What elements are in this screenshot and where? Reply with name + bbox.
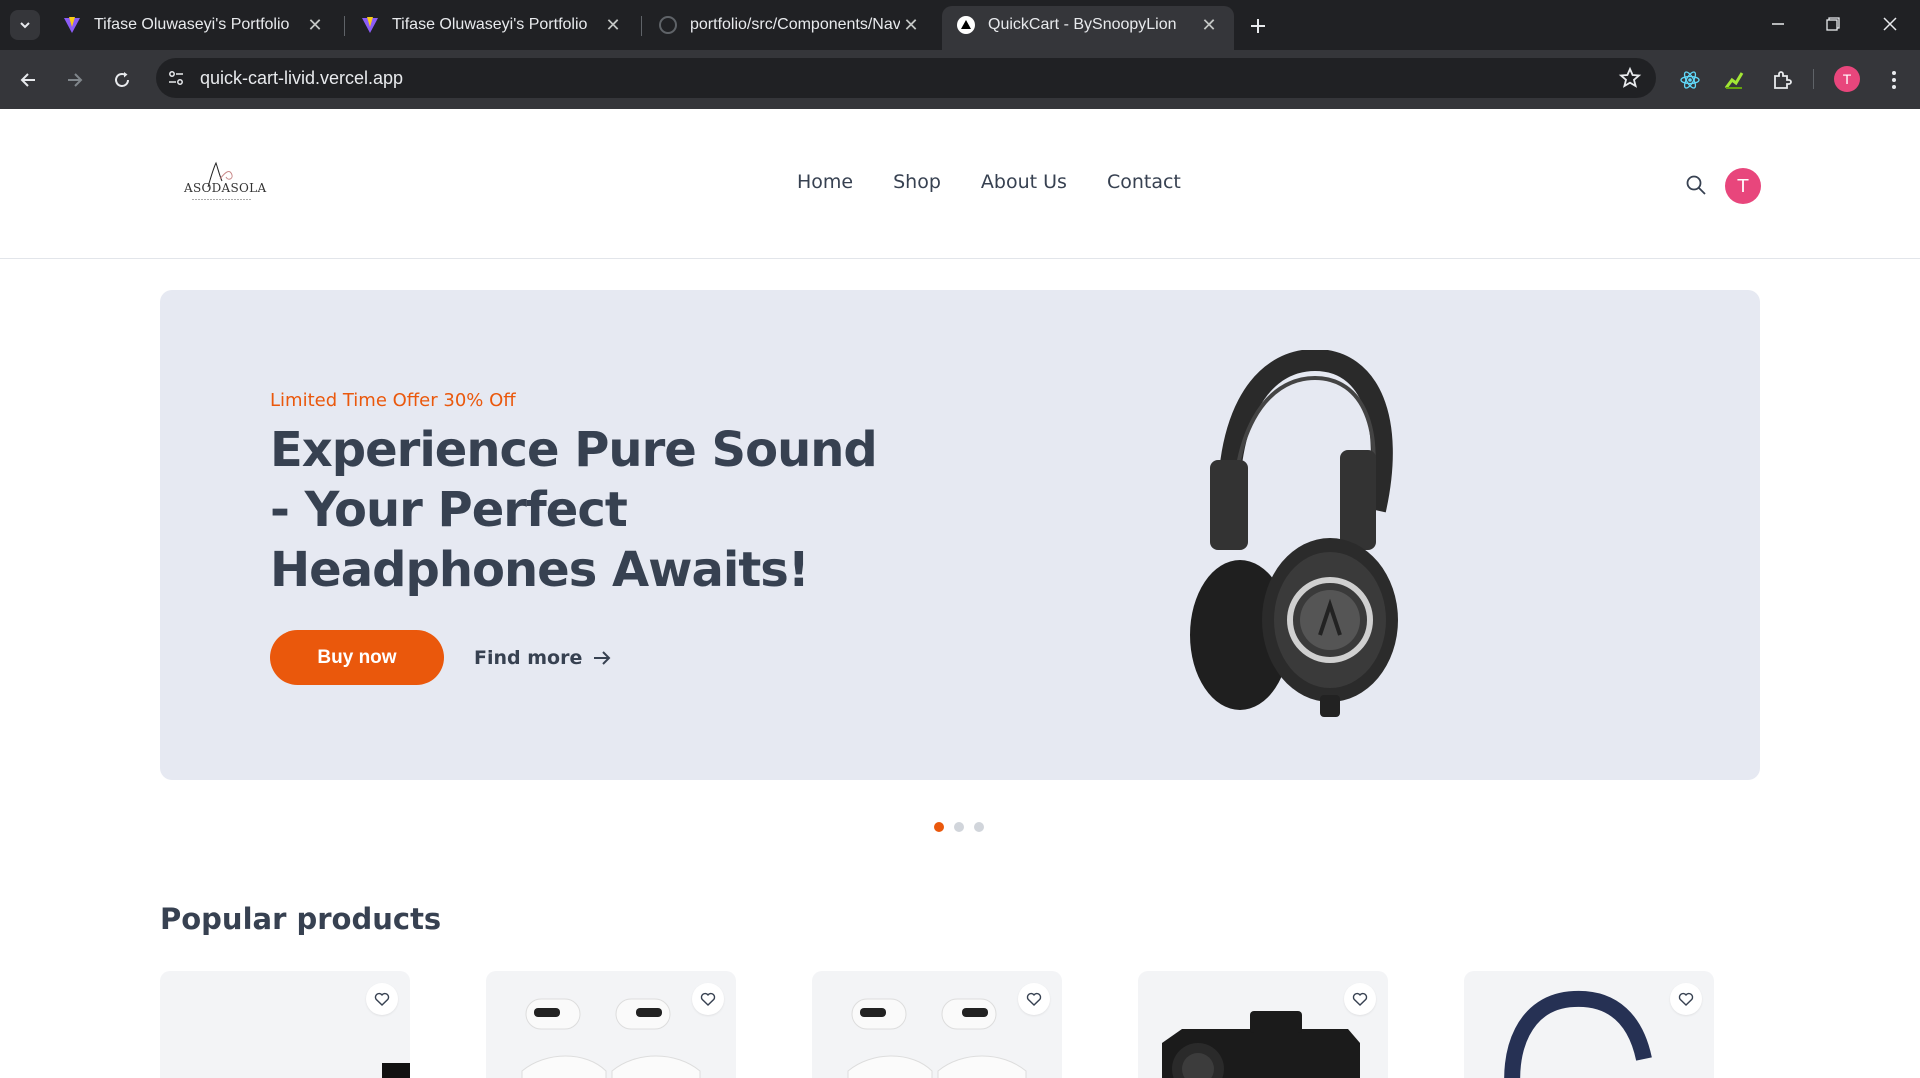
carousel-dot[interactable] [974, 822, 984, 832]
back-button[interactable] [10, 62, 46, 98]
wishlist-button[interactable] [366, 983, 398, 1015]
tab-title: QuickCart - BySnoopyLion [988, 16, 1177, 33]
toolbar-divider [1813, 69, 1814, 89]
new-tab-button[interactable] [1244, 12, 1272, 40]
minimize-button[interactable] [1760, 8, 1796, 40]
nav-about-link[interactable]: About Us [981, 171, 1067, 193]
close-tab-icon[interactable]: ✕ [602, 14, 624, 36]
browser-tab[interactable]: Tifase Oluwaseyi's Portfolio ✕ [346, 6, 638, 44]
search-icon[interactable] [1684, 173, 1708, 197]
product-card[interactable] [812, 971, 1062, 1078]
product-card[interactable] [1464, 971, 1714, 1078]
close-tab-icon[interactable]: ✕ [1198, 14, 1220, 36]
wishlist-button[interactable] [692, 983, 724, 1015]
tab-title: portfolio/src/Components/Navi [690, 16, 900, 33]
browser-tab[interactable]: portfolio/src/Components/Navi ✕ [644, 6, 936, 44]
tab-divider [641, 16, 642, 36]
browser-tab-active[interactable]: QuickCart - BySnoopyLion ✕ [942, 6, 1234, 50]
restore-icon [1826, 17, 1840, 31]
main-nav: Home Shop About Us Contact [797, 171, 1221, 193]
minimize-icon [1772, 23, 1784, 25]
close-icon [1883, 17, 1897, 31]
arrow-right-icon [594, 650, 611, 665]
site-info-icon[interactable] [160, 62, 192, 94]
arrow-right-icon [68, 73, 83, 87]
wishlist-button[interactable] [1670, 983, 1702, 1015]
close-window-button[interactable] [1872, 8, 1908, 40]
site-logo[interactable]: ASODASOLA [178, 159, 266, 209]
find-more-button[interactable]: Find more [474, 630, 612, 685]
react-devtools-icon[interactable] [1676, 66, 1704, 94]
address-bar[interactable]: quick-cart-livid.vercel.app [156, 58, 1656, 98]
vercel-icon [956, 15, 976, 35]
browser-tab[interactable]: Tifase Oluwaseyi's Portfolio ✕ [48, 6, 340, 44]
user-avatar[interactable]: T [1725, 168, 1761, 204]
nav-shop-link[interactable]: Shop [893, 171, 941, 193]
url-text[interactable]: quick-cart-livid.vercel.app [200, 68, 403, 89]
reload-button[interactable] [104, 62, 140, 98]
heart-icon [1026, 992, 1042, 1006]
carousel-dot[interactable] [934, 822, 944, 832]
heart-icon [1352, 992, 1368, 1006]
close-tab-icon[interactable]: ✕ [900, 14, 922, 36]
github-icon [658, 15, 678, 35]
vite-icon [62, 15, 82, 35]
browser-toolbar: quick-cart-livid.vercel.app [0, 50, 1920, 109]
browser-tabstrip: Tifase Oluwaseyi's Portfolio ✕ Tifase Ol… [0, 0, 1920, 50]
product-card[interactable] [486, 971, 736, 1078]
chrome-menu-icon[interactable] [1880, 66, 1908, 94]
logo-tagline-mark [192, 197, 252, 202]
product-card[interactable] [1138, 971, 1388, 1078]
tab-title: Tifase Oluwaseyi's Portfolio [94, 16, 290, 33]
web-page: ASODASOLA Home Shop About Us Contact T L… [0, 109, 1920, 1078]
plus-icon [1251, 19, 1265, 33]
find-more-label: Find more [474, 646, 583, 669]
heart-icon [1678, 992, 1694, 1006]
tab-search-button[interactable] [10, 10, 40, 40]
wishlist-button[interactable] [1344, 983, 1376, 1015]
reload-icon [115, 72, 129, 87]
carousel-dot[interactable] [954, 822, 964, 832]
tab-divider [344, 16, 345, 36]
logo-text: ASODASOLA [184, 181, 267, 195]
chevron-down-icon [20, 22, 30, 29]
arrow-left-icon [20, 73, 35, 87]
restore-button[interactable] [1815, 8, 1851, 40]
headphones-image [1190, 350, 1398, 717]
stats-extension-icon[interactable] [1720, 66, 1748, 94]
hero-title: Experience Pure Sound - Your Perfect Hea… [270, 422, 878, 598]
site-header: ASODASOLA Home Shop About Us Contact T [0, 109, 1920, 259]
forward-button[interactable] [57, 62, 93, 98]
vite-icon [360, 15, 380, 35]
close-tab-icon[interactable]: ✕ [304, 14, 326, 36]
hero-offer-text: Limited Time Offer 30% Off [270, 390, 516, 411]
wishlist-button[interactable] [1018, 983, 1050, 1015]
product-card[interactable] [160, 971, 410, 1078]
heart-icon [374, 992, 390, 1006]
buy-now-button[interactable]: Buy now [270, 630, 444, 685]
heart-icon [700, 992, 716, 1006]
nav-contact-link[interactable]: Contact [1107, 171, 1181, 193]
bookmark-star-icon[interactable] [1618, 66, 1642, 90]
carousel-dots [934, 822, 994, 832]
browser-profile-avatar[interactable]: T [1834, 66, 1860, 92]
extensions-puzzle-icon[interactable] [1768, 66, 1796, 94]
tab-title: Tifase Oluwaseyi's Portfolio [392, 16, 588, 33]
hero-banner: Limited Time Offer 30% Off Experience Pu… [160, 290, 1760, 780]
popular-products-title: Popular products [160, 902, 442, 936]
nav-home-link[interactable]: Home [797, 171, 853, 193]
